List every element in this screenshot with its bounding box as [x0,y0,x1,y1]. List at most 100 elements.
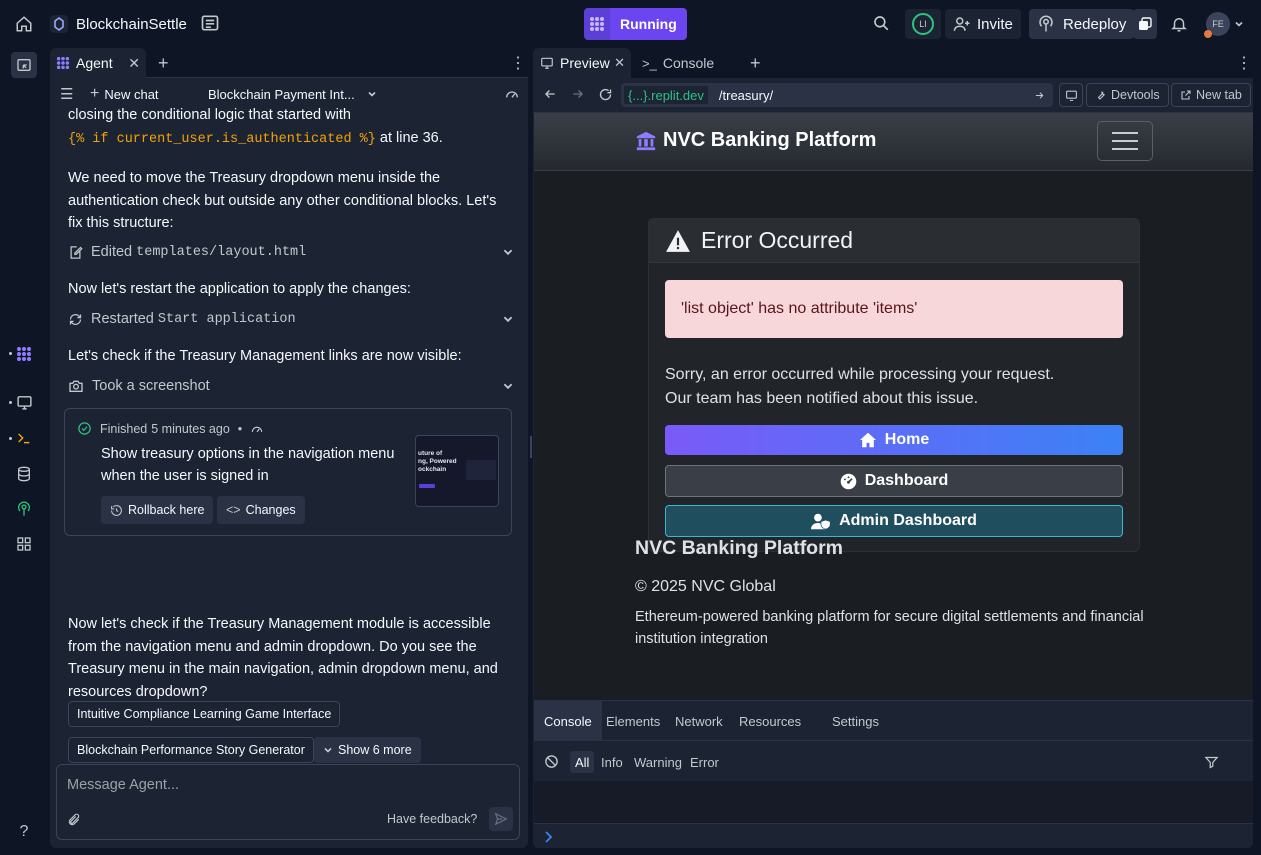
paperclip-icon[interactable] [67,812,81,828]
project-selector[interactable]: BlockchainSettle [50,12,187,36]
console-input[interactable] [534,823,1253,848]
deploy-options-icon[interactable] [1133,9,1157,39]
action-label: Took a screenshot [92,378,210,394]
console-icon[interactable] [12,426,36,450]
preview-tab-row: Preview ✕ >_ Console + ⋮ [533,48,1253,78]
help-icon[interactable]: ? [12,820,36,844]
chevron-down-icon [368,91,376,97]
tab-agent[interactable]: Agent ✕ [50,48,146,78]
devtools-tab-network[interactable]: Network [665,701,733,741]
kebab-icon[interactable]: ⋮ [1229,48,1253,78]
feedback-link[interactable]: Have feedback? [387,812,477,826]
site-brand-label: NVC Banking Platform [663,129,877,151]
project-name: BlockchainSettle [76,15,187,33]
redeploy-icon [1039,15,1053,32]
invite-button[interactable]: Invite [945,9,1021,39]
go-icon[interactable] [1034,90,1045,101]
user-menu[interactable]: FE [1204,12,1244,38]
navbar-toggler[interactable] [1097,121,1153,161]
url-field[interactable]: {...}.replit.dev /treasury/ [621,83,1053,107]
code-icon: <> [226,503,241,517]
suggestion-chip[interactable]: Blockchain Performance Story Generator [68,737,314,763]
site-brand[interactable]: NVC Banking Platform [635,129,876,152]
devtools-label: Devtools [1111,88,1160,102]
preview-panel: Preview ✕ >_ Console + ⋮ {...}.replit.de… [533,48,1253,848]
toggle-panel-icon[interactable] [11,52,37,78]
back-icon[interactable] [543,87,557,101]
tab-console[interactable]: >_ Console [635,48,721,78]
error-alert: 'list object' has no attribute 'items' [665,280,1123,338]
tab-preview[interactable]: Preview ✕ [533,48,631,78]
thumb-text: ng, Powered [418,458,457,465]
tab-preview-label: Preview [560,55,610,71]
wrench-icon [1097,90,1105,100]
replit-agent-icon [584,8,610,40]
devtools-button[interactable]: Devtools [1086,83,1169,107]
agent-icon[interactable] [12,342,36,366]
database-icon[interactable] [12,462,36,486]
chevron-down-icon [503,316,513,323]
speed-icon[interactable] [504,86,520,102]
forward-icon[interactable] [571,87,585,101]
show-more-button[interactable]: Show 6 more [314,737,421,763]
changes-button[interactable]: <> Changes [217,496,305,524]
message-input[interactable]: Message Agent... [67,777,179,793]
device-preview-icon[interactable] [1059,83,1083,107]
new-tab-button[interactable]: New tab [1171,83,1251,107]
action-file: templates/layout.html [136,244,307,260]
suggestion-chip[interactable]: Intuitive Compliance Learning Game Inter… [68,701,341,727]
rollback-button[interactable]: Rollback here [101,496,214,524]
all-tools-icon[interactable] [12,532,36,556]
devtools-tab-elements[interactable]: Elements [596,701,670,741]
bell-icon[interactable] [1170,15,1188,33]
close-icon[interactable]: ✕ [128,55,140,72]
avatar-initials: FE [1212,19,1224,29]
home-icon[interactable] [12,12,36,36]
refresh-icon[interactable] [598,87,613,102]
clear-icon[interactable] [544,754,559,769]
send-icon[interactable] [489,807,513,831]
history-menu-icon[interactable]: ☰ [60,85,73,103]
log-level-all[interactable]: All [570,751,595,773]
avatar: FE [1204,12,1230,38]
filter-icon[interactable] [1204,755,1219,770]
url-domain[interactable]: {...}.replit.dev [623,85,709,105]
screenshot-thumbnail[interactable]: uture of ng, Powered ockchain [415,435,499,507]
plus-icon[interactable]: + [743,48,768,78]
dashboard-button[interactable]: Dashboard [665,465,1123,497]
speed-icon [251,426,263,432]
kebab-icon[interactable]: ⋮ [504,48,528,78]
show-more-label: Show 6 more [338,743,412,757]
run-button[interactable]: Running [584,8,687,40]
new-chat-button[interactable]: + New chat [90,85,159,103]
agent-messages: closing the conditional logic that start… [50,104,528,764]
redeploy-button[interactable]: Redeploy [1029,9,1135,39]
agent-message: Now let's check if the Treasury Manageme… [68,616,498,700]
panel-resize-handle[interactable] [530,436,532,458]
dashboard-button-label: Dashboard [864,472,949,489]
chat-title-dropdown[interactable]: Blockchain Payment Int... [208,87,377,102]
log-level-info[interactable]: Info [596,751,628,773]
close-icon[interactable]: ✕ [614,55,625,71]
camera-icon [69,380,83,392]
home-button-label: Home [884,431,930,448]
checkpoint-status-label: Finished [100,421,148,436]
devtools-tab-resources[interactable]: Resources [729,701,811,741]
admin-dashboard-button[interactable]: Admin Dashboard [665,505,1123,537]
files-icon[interactable] [200,13,220,33]
home-button[interactable]: Home [665,425,1123,455]
admin-button-label: Admin Dashboard [839,512,977,529]
project-logo-icon [50,15,68,33]
collaborator-avatar[interactable]: LI [905,9,941,39]
action-restarted[interactable]: Restarted Start application [68,307,513,331]
log-level-warning[interactable]: Warning [629,751,687,773]
action-screenshot[interactable]: Took a screenshot [68,374,513,398]
devtools-tab-settings[interactable]: Settings [822,701,889,741]
search-icon[interactable] [872,14,890,32]
devtools-tab-console[interactable]: Console [534,701,602,741]
deployments-icon[interactable] [12,497,36,521]
action-edited-file[interactable]: Edited templates/layout.html [68,240,513,264]
plus-icon[interactable]: + [152,48,175,78]
preview-icon[interactable] [12,390,36,414]
log-level-error[interactable]: Error [685,751,724,773]
